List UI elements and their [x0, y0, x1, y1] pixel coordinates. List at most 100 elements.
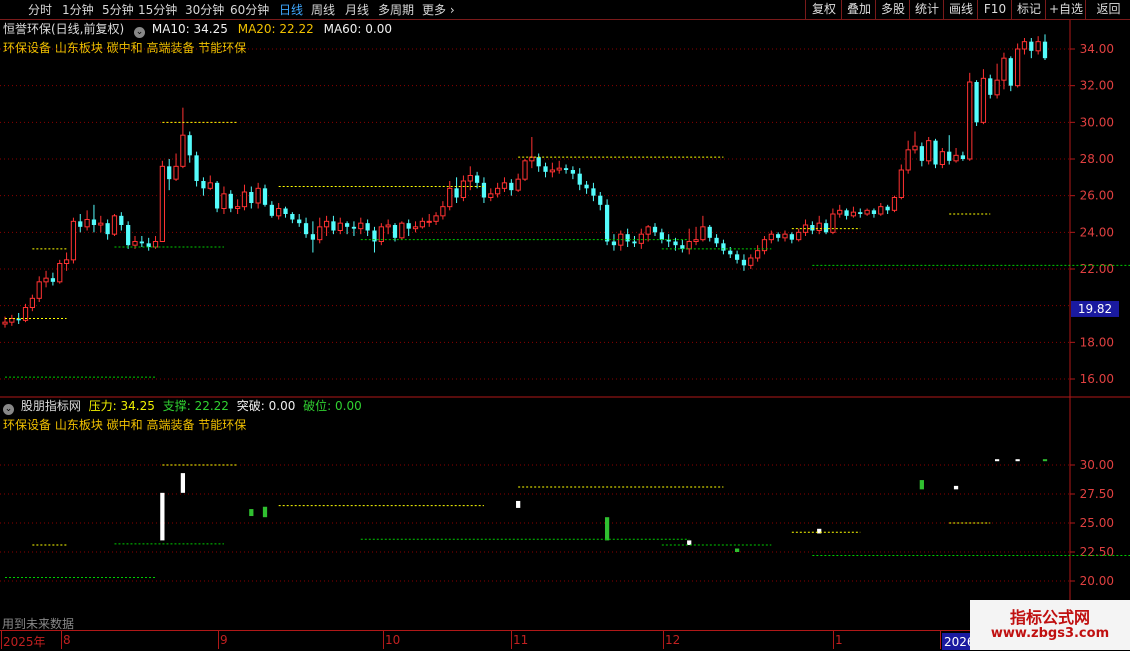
candle-body-41 — [283, 208, 288, 214]
ind-tick-label-2: 25.00 — [1080, 516, 1114, 530]
toolbar-button-1[interactable]: 叠加 — [841, 0, 876, 19]
toolbar-button-5[interactable]: F10 — [977, 0, 1012, 19]
period-tab-6[interactable]: 日线 — [279, 2, 303, 18]
candle-body-6 — [43, 277, 49, 283]
ind-tick-label-1: 27.50 — [1080, 487, 1114, 501]
support-label: 支撑: 22.22 — [162, 399, 229, 413]
watermark-title: 指标公式网 — [1009, 608, 1090, 627]
candle-body-127 — [871, 210, 877, 214]
time-tick-4 — [511, 631, 512, 649]
candle-body-108 — [741, 259, 747, 266]
candle-body-42 — [290, 214, 295, 220]
candle-body-137 — [939, 151, 945, 166]
candle-body-60 — [412, 226, 419, 230]
toolbar-button-4[interactable]: 画线 — [943, 0, 978, 19]
candle-body-3 — [22, 307, 29, 321]
candle-body-23 — [159, 165, 165, 242]
candle-body-1 — [9, 318, 15, 323]
candle-body-47 — [323, 220, 330, 228]
period-tab-8[interactable]: 月线 — [345, 2, 369, 18]
ind-bar-9 — [919, 480, 924, 490]
toolbar-button-0[interactable]: 复权 — [805, 0, 842, 19]
candle-body-132 — [905, 149, 911, 171]
candle-body-101 — [693, 239, 699, 243]
candle-body-114 — [782, 233, 788, 239]
candle-body-34 — [235, 206, 241, 210]
candle-body-2 — [16, 318, 21, 321]
candle-body-73 — [501, 182, 508, 189]
indicator-settings-icon[interactable]: ⌄ — [3, 404, 14, 415]
main-tick-label-0: 34.00 — [1080, 42, 1114, 56]
candle-body-140 — [960, 155, 966, 159]
candle-body-122 — [837, 209, 843, 215]
candle-body-94 — [645, 226, 651, 235]
candle-body-119 — [816, 222, 822, 232]
time-tick-2 — [218, 631, 219, 649]
candle-body-93 — [638, 233, 644, 244]
site-watermark: 指标公式网 www.zbgs3.com — [970, 600, 1130, 650]
toolbar-button-3[interactable]: 统计 — [909, 0, 944, 19]
period-tab-10[interactable]: 更多 › — [422, 2, 455, 18]
period-tab-1[interactable]: 1分钟 — [62, 2, 94, 18]
candle-body-76 — [522, 160, 528, 180]
toolbar-button-7[interactable]: +自选 — [1045, 0, 1086, 19]
time-label-2: 9 — [220, 633, 228, 647]
ind-bar-13 — [1042, 459, 1048, 462]
candle-body-25 — [173, 165, 179, 180]
candle-body-9 — [63, 259, 70, 265]
time-label-5: 12 — [665, 633, 681, 647]
toolbar-button-2[interactable]: 多股 — [875, 0, 910, 19]
toolbar-button-6[interactable]: 标记 — [1011, 0, 1046, 19]
candle-body-44 — [303, 223, 309, 235]
candle-body-33 — [228, 193, 233, 209]
candle-body-98 — [673, 241, 678, 246]
candle-body-126 — [864, 209, 870, 215]
candle-body-37 — [255, 187, 261, 204]
candle-body-105 — [721, 243, 726, 251]
candle-body-4 — [29, 297, 35, 309]
time-label-0: 2025年 — [3, 635, 46, 649]
candle-body-145 — [994, 79, 1000, 96]
candle-body-109 — [748, 257, 754, 266]
ind-bar-4 — [516, 500, 521, 508]
time-label-4: 11 — [513, 633, 529, 647]
candle-body-40 — [276, 208, 282, 217]
candle-body-89 — [611, 241, 617, 246]
ind-bar-5 — [604, 517, 610, 541]
candle-body-21 — [146, 243, 151, 247]
period-tab-4[interactable]: 30分钟 — [185, 2, 224, 18]
candle-body-130 — [891, 197, 898, 211]
current-price-box — [1071, 300, 1119, 317]
toolbar-button-8[interactable]: 返回 — [1085, 0, 1130, 19]
candle-body-26 — [180, 134, 186, 167]
ind-bar-11 — [994, 459, 1000, 462]
candle-body-68 — [467, 175, 473, 182]
period-tab-9[interactable]: 多周期 — [378, 2, 414, 18]
main-tick-label-7: 18.00 — [1080, 335, 1114, 349]
candle-body-143 — [980, 77, 987, 123]
main-tick-label-5: 24.00 — [1080, 225, 1114, 239]
candle-body-110 — [755, 250, 761, 259]
main-tick-label-4: 26.00 — [1080, 189, 1114, 203]
period-tab-3[interactable]: 15分钟 — [138, 2, 177, 18]
candle-body-103 — [707, 226, 712, 238]
candle-body-138 — [947, 151, 952, 161]
candle-body-117 — [802, 224, 809, 233]
candle-body-95 — [652, 226, 658, 233]
candle-body-125 — [858, 212, 863, 214]
settings-icon[interactable]: ⌄ — [134, 27, 146, 38]
candle-body-118 — [810, 225, 815, 231]
period-tab-0[interactable]: 分时 — [28, 2, 52, 18]
candle-body-91 — [625, 234, 630, 242]
candle-body-78 — [536, 157, 541, 167]
indicator-sector-tags: 环保设备 山东板块 碳中和 高端装备 节能环保 — [3, 418, 247, 432]
period-tab-7[interactable]: 周线 — [311, 2, 335, 18]
stock-title: 恒誉环保(日线,前复权) — [3, 22, 125, 36]
period-tab-5[interactable]: 60分钟 — [230, 2, 269, 18]
period-tab-2[interactable]: 5分钟 — [102, 2, 134, 18]
candle-body-36 — [249, 192, 254, 203]
time-axis: 2025年 8 9 10 11 12 1 2026年 — [0, 630, 1070, 651]
breakout-label: 突破: 0.00 — [236, 399, 296, 413]
kline-chart[interactable]: 34.00 32.00 30.00 28.00 26.00 24.00 22.00 18.00… — [0, 0, 1130, 650]
candle-body-87 — [598, 195, 603, 205]
